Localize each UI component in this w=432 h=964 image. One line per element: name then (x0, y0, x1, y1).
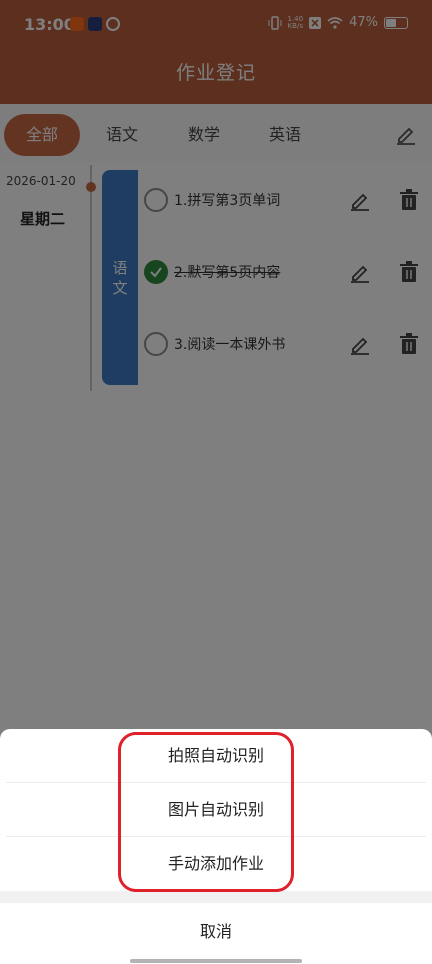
cancel-button[interactable]: 取消 (0, 907, 432, 957)
sheet-separator (0, 891, 432, 903)
annotation-highlight (118, 732, 294, 892)
home-indicator (130, 959, 302, 963)
